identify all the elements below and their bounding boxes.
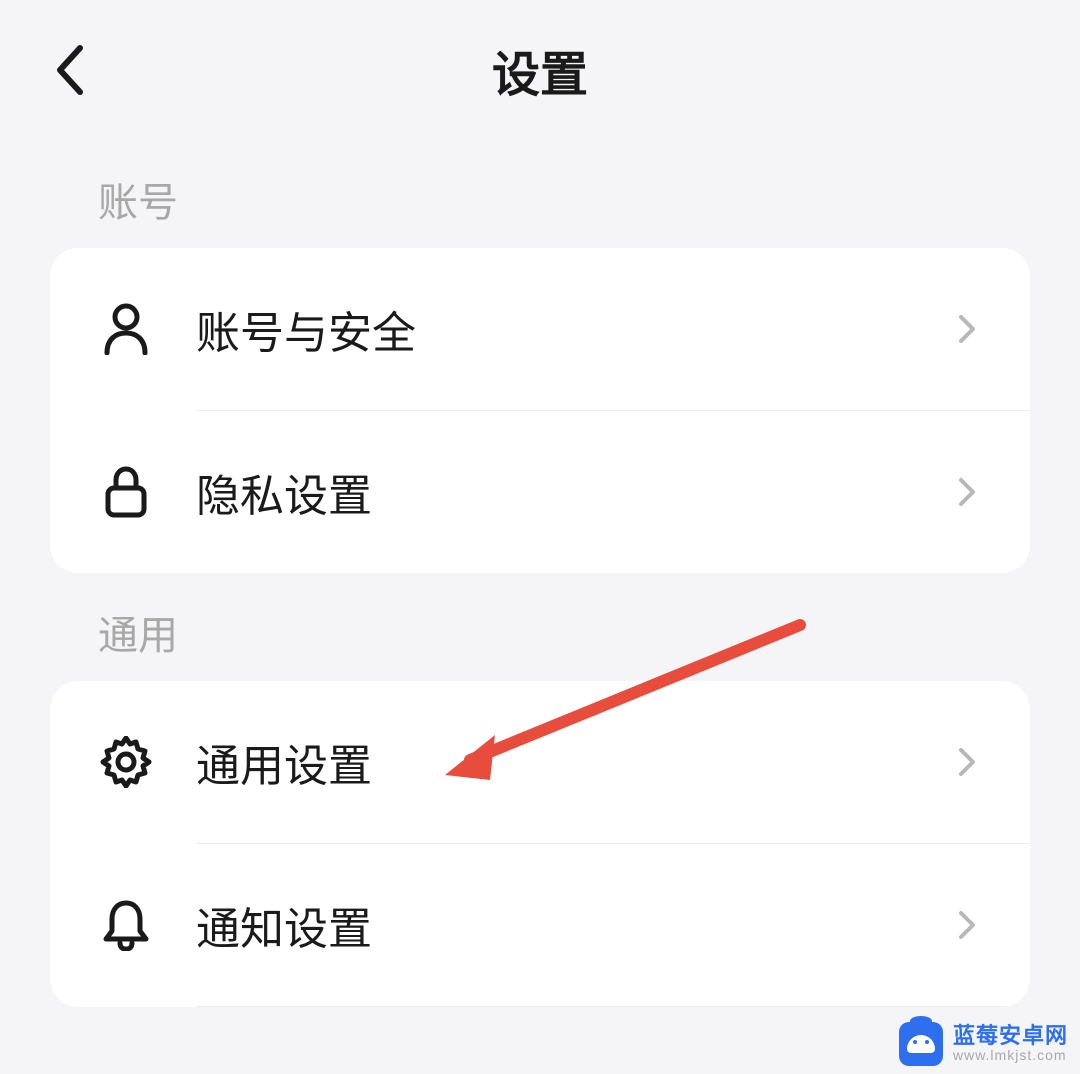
general-settings-item[interactable]: 通用设置	[50, 681, 1030, 843]
divider	[196, 1006, 1030, 1007]
general-card: 通用设置 通知设置	[50, 681, 1030, 1007]
account-security-item[interactable]: 账号与安全	[50, 248, 1030, 410]
list-item-label: 账号与安全	[196, 297, 952, 361]
account-card: 账号与安全 隐私设置	[50, 248, 1030, 573]
page-title: 设置	[492, 35, 588, 105]
chevron-right-icon	[952, 477, 982, 507]
chevron-right-icon	[952, 747, 982, 777]
chevron-right-icon	[952, 314, 982, 344]
list-item-label: 通知设置	[196, 893, 952, 957]
section-header-account: 账号	[0, 140, 1080, 248]
bell-icon	[98, 897, 154, 953]
user-icon	[98, 301, 154, 357]
privacy-settings-item[interactable]: 隐私设置	[50, 411, 1030, 573]
list-item-label: 通用设置	[196, 730, 952, 794]
notification-settings-item[interactable]: 通知设置	[50, 844, 1030, 1006]
list-item-label: 隐私设置	[196, 460, 952, 524]
watermark-url: www.lmkjst.com	[953, 1048, 1068, 1063]
watermark-title: 蓝莓安卓网	[953, 1024, 1068, 1048]
chevron-left-icon	[54, 44, 86, 96]
watermark-logo-icon	[899, 1022, 943, 1066]
lock-icon	[98, 464, 154, 520]
section-header-general: 通用	[0, 573, 1080, 681]
gear-icon	[98, 734, 154, 790]
back-button[interactable]	[50, 40, 90, 100]
page-header: 设置	[0, 0, 1080, 140]
watermark: 蓝莓安卓网 www.lmkjst.com	[899, 1022, 1068, 1066]
chevron-right-icon	[952, 910, 982, 940]
